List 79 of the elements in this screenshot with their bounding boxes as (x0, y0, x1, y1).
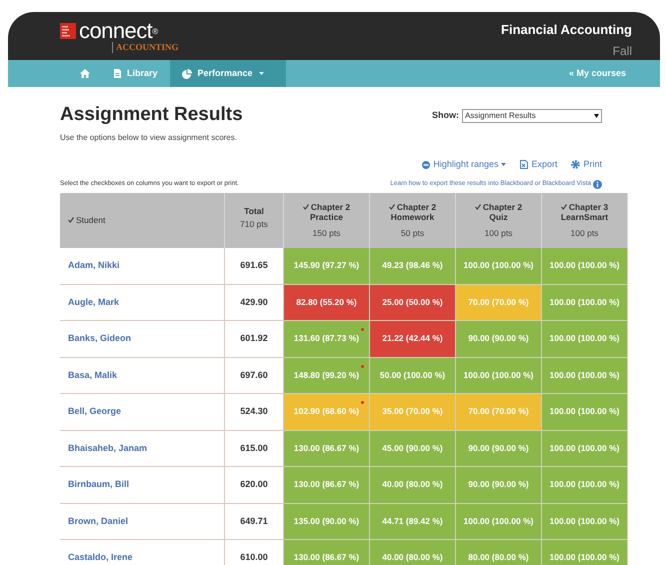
student-name[interactable]: Birnbaum, Bill (60, 467, 225, 504)
score-cell: 70.00 (70.00 %) (456, 394, 542, 430)
student-name[interactable]: Banks, Gideon (60, 321, 225, 358)
document-icon (520, 160, 528, 169)
score-cell: 100.00 (100.00 %) (542, 358, 628, 394)
score-cell: 50.00 (100.00 %) (370, 358, 456, 394)
score-cell: 100.00 (100.00 %) (456, 358, 542, 394)
logo-icon (60, 23, 76, 39)
student-name[interactable]: Bhaisaheb, Janam (60, 430, 225, 467)
checkbox[interactable] (68, 216, 74, 223)
home-icon (80, 69, 90, 78)
score-cell: 100.00 (100.00 %) (542, 430, 628, 467)
print-button[interactable]: Print (571, 158, 602, 172)
score-cell: 25.00 (50.00 %) (370, 284, 456, 321)
score-cell: 44.71 (89.42 %) (370, 504, 456, 540)
column-header[interactable]: Chapter 2 Quiz 100 pts (456, 193, 542, 248)
gear-icon (571, 160, 580, 169)
term-label: Fall (612, 42, 632, 60)
column-header: Total 710 pts (225, 193, 284, 248)
student-name[interactable]: Augle, Mark (60, 284, 225, 321)
page-title: Assignment Results (60, 103, 243, 127)
checkbox[interactable] (388, 204, 395, 210)
score-cell: 45.00 (90.00 %) (370, 430, 456, 467)
score-cell: 35.00 (70.00 %) (370, 394, 456, 430)
score-cell: 90.00 (90.00 %) (456, 430, 542, 467)
score-cell: 100.00 (100.00 %) (542, 321, 628, 358)
score-cell: 90.00 (90.00 %) (456, 467, 542, 504)
score-cell: 100.00 (100.00 %) (542, 394, 628, 430)
score-cell: 130.00 (86.67 %) (284, 430, 370, 467)
score-cell: 148.80 (99.20 %) (284, 358, 370, 394)
score-cell: 80.00 (80.00 %) (456, 540, 542, 565)
checkbox[interactable] (302, 204, 309, 210)
score-cell: 49.23 (98.46 %) (370, 248, 456, 284)
score-cell: 100.00 (100.00 %) (542, 504, 628, 540)
student-name[interactable]: Adam, Nikki (60, 248, 225, 284)
checkbox[interactable] (560, 204, 567, 210)
nav-tab[interactable]: Performance (170, 60, 286, 87)
score-cell: 135.00 (90.00 %) (284, 504, 370, 540)
show-label: Show: (432, 109, 459, 122)
score-cell: 100.00 (100.00 %) (456, 504, 542, 540)
score-cell: 100.00 (100.00 %) (542, 467, 628, 504)
student-name[interactable]: Basa, Malik (60, 358, 225, 394)
export-button[interactable]: Export (520, 158, 558, 172)
score-cell: 130.00 (86.67 %) (284, 540, 370, 565)
page-subtitle: Use the options below to view assignment scores. (60, 132, 238, 144)
pie-chart-icon (182, 68, 192, 78)
column-header[interactable]: Chapter 3 LearnSmart 100 pts (542, 193, 628, 248)
course-title: Financial Accounting (501, 21, 632, 39)
column-header[interactable]: Chapter 2 Practice 150 pts (284, 193, 370, 248)
score-cell: 100.00 (100.00 %) (542, 540, 628, 565)
column-header[interactable]: Student (60, 193, 225, 248)
caret-icon (501, 163, 506, 166)
caret-icon (594, 114, 599, 118)
score-cell: 102.90 (68.60 %) (284, 394, 370, 430)
document-icon (114, 69, 121, 78)
score-cell: 100.00 (100.00 %) (542, 248, 628, 284)
caret-icon (258, 72, 264, 75)
show-dropdown[interactable]: Assignment Results (462, 109, 602, 123)
score-cell: 131.60 (87.73 %) (284, 321, 370, 358)
score-cell: 100.00 (100.00 %) (456, 248, 542, 284)
score-cell: 100.00 (100.00 %) (542, 284, 628, 321)
info-icon[interactable] (593, 180, 602, 189)
score-cell: 21.22 (42.44 %) (370, 321, 456, 358)
score-cell: 40.00 (80.00 %) (370, 467, 456, 504)
score-cell: 145.90 (97.27 %) (284, 248, 370, 284)
score-cell: 70.00 (70.00 %) (456, 284, 542, 321)
student-name[interactable]: Castaldo, Irene (60, 540, 225, 565)
logo-wordmark: connect$^{®}$ (79, 20, 158, 42)
column-header[interactable]: Chapter 2 Homework 50 pts (370, 193, 456, 248)
checkbox[interactable] (474, 204, 481, 210)
score-cell: 130.00 (86.67 %) (284, 467, 370, 504)
highlight-button[interactable]: Highlight ranges (422, 158, 506, 172)
score-cell: 82.80 (55.20 %) (284, 284, 370, 321)
student-name[interactable]: Brown, Daniel (60, 504, 225, 540)
score-cell: 40.00 (80.00 %) (370, 540, 456, 565)
score-cell: 90.00 (90.00 %) (456, 321, 542, 358)
student-name[interactable]: Bell, George (60, 394, 225, 430)
paint-icon (422, 160, 430, 168)
logo-subject: ACCOUNTING (112, 42, 179, 54)
